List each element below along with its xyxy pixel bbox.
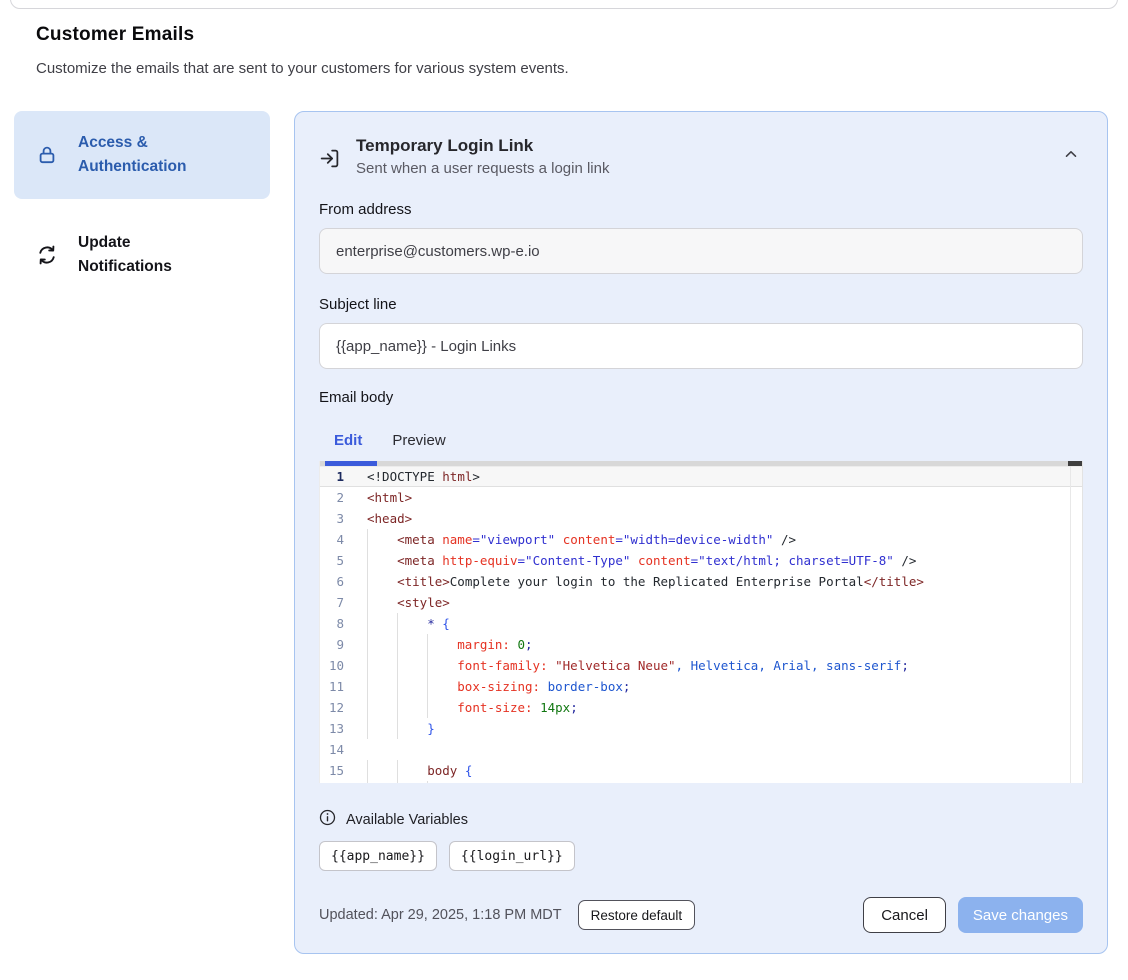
from-address-label: From address: [319, 201, 1083, 218]
indent-guide: [367, 655, 397, 676]
line-number: 1: [320, 466, 344, 487]
collapse-button[interactable]: [1059, 142, 1083, 169]
code-line[interactable]: 16background-color: #f0f0f0;: [320, 781, 1082, 783]
subject-line-input[interactable]: [319, 323, 1083, 369]
indent-guide: [397, 781, 427, 783]
variable-chip[interactable]: {{app_name}}: [319, 841, 437, 871]
indent-guide: [367, 571, 397, 592]
sidebar-item-label: Update Notifications: [78, 231, 228, 279]
indent-guide: [367, 697, 397, 718]
updated-timestamp: Updated: Apr 29, 2025, 1:18 PM MDT: [319, 907, 562, 923]
indent-guide: [397, 718, 427, 739]
card-subtitle: Sent when a user requests a login link: [356, 160, 1059, 177]
indent-guide: [397, 760, 427, 781]
editor-top-bar: [320, 461, 1082, 466]
page-header: Customer Emails Customize the emails tha…: [0, 0, 1128, 77]
code-line[interactable]: 13}: [320, 718, 1082, 739]
code-line[interactable]: 10font-family: "Helvetica Neue", Helveti…: [320, 655, 1082, 676]
indent-guide: [397, 697, 427, 718]
code-line[interactable]: 5<meta http-equiv="Content-Type" content…: [320, 550, 1082, 571]
code-line[interactable]: 14: [320, 739, 1082, 760]
indent-guide: [427, 697, 457, 718]
indent-guide: [367, 592, 397, 613]
indent-guide: [397, 634, 427, 655]
login-arrow-icon: [319, 148, 340, 169]
email-body-label: Email body: [319, 389, 1083, 406]
line-number: 2: [320, 487, 344, 508]
code-line[interactable]: 7<style>: [320, 592, 1082, 613]
line-number: 13: [320, 718, 344, 739]
line-number: 15: [320, 760, 344, 781]
restore-default-button[interactable]: Restore default: [578, 900, 696, 930]
line-number: 16: [320, 781, 344, 783]
page-title: Customer Emails: [36, 24, 1092, 46]
sidebar-item-label: Access & Authentication: [78, 131, 228, 179]
indent-guide: [397, 655, 427, 676]
chevron-up-icon: [1063, 146, 1079, 165]
from-address-input[interactable]: [319, 228, 1083, 274]
line-number: 6: [320, 571, 344, 592]
line-number: 5: [320, 550, 344, 571]
indent-guide: [367, 529, 397, 550]
indent-guide: [397, 676, 427, 697]
variable-chips: {{app_name}} {{login_url}}: [319, 841, 1083, 871]
line-number: 3: [320, 508, 344, 529]
line-number: 12: [320, 697, 344, 718]
info-icon: [319, 809, 336, 831]
line-number: 9: [320, 634, 344, 655]
line-number: 11: [320, 676, 344, 697]
line-number: 10: [320, 655, 344, 676]
subject-line-label: Subject line: [319, 296, 1083, 313]
code-line[interactable]: 12font-size: 14px;: [320, 697, 1082, 718]
sync-icon: [36, 244, 58, 266]
sidebar-item-access-authentication[interactable]: Access & Authentication: [14, 111, 270, 199]
code-line[interactable]: 4<meta name="viewport" content="width=de…: [320, 529, 1082, 550]
available-variables-label: Available Variables: [346, 812, 468, 828]
email-template-card: Temporary Login Link Sent when a user re…: [294, 111, 1108, 954]
code-line[interactable]: 15body {: [320, 760, 1082, 781]
cancel-button[interactable]: Cancel: [863, 897, 946, 933]
line-number: 14: [320, 739, 344, 760]
indent-guide: [427, 676, 457, 697]
sidebar-item-update-notifications[interactable]: Update Notifications: [14, 217, 270, 293]
code-line[interactable]: 9margin: 0;: [320, 634, 1082, 655]
indent-guide: [367, 550, 397, 571]
line-number: 8: [320, 613, 344, 634]
code-line[interactable]: 2<html>: [320, 487, 1082, 508]
email-body-editor[interactable]: 1<!DOCTYPE html>2<html>3<head>4<meta nam…: [319, 461, 1083, 783]
editor-scrollbar-track[interactable]: [1070, 466, 1071, 783]
code-lines: 1<!DOCTYPE html>2<html>3<head>4<meta nam…: [320, 466, 1082, 783]
indent-guide: [367, 760, 397, 781]
code-line[interactable]: 8* {: [320, 613, 1082, 634]
code-line[interactable]: 3<head>: [320, 508, 1082, 529]
sidebar: Access & Authentication Update Notificat…: [14, 111, 270, 293]
card-header: Temporary Login Link Sent when a user re…: [319, 136, 1083, 177]
line-number: 7: [320, 592, 344, 613]
lock-icon: [36, 144, 58, 166]
indent-guide: [367, 781, 397, 783]
variable-chip[interactable]: {{login_url}}: [449, 841, 575, 871]
code-line[interactable]: 1<!DOCTYPE html>: [320, 466, 1082, 487]
indent-guide: [427, 781, 457, 783]
indent-guide: [427, 655, 457, 676]
cropped-card-above-border: [10, 0, 1118, 9]
code-line[interactable]: 6<title>Complete your login to the Repli…: [320, 571, 1082, 592]
page-subtitle: Customize the emails that are sent to yo…: [36, 60, 1092, 77]
line-number: 4: [320, 529, 344, 550]
save-changes-button[interactable]: Save changes: [958, 897, 1083, 933]
card-footer: Updated: Apr 29, 2025, 1:18 PM MDT Resto…: [319, 897, 1083, 933]
active-tab-underline: [325, 461, 377, 466]
indent-guide: [367, 718, 397, 739]
card-title: Temporary Login Link: [356, 136, 1059, 156]
tab-edit[interactable]: Edit: [319, 420, 377, 461]
editor-tabs: EditPreview: [319, 420, 1083, 461]
code-line[interactable]: 11box-sizing: border-box;: [320, 676, 1082, 697]
indent-guide: [397, 613, 427, 634]
indent-guide: [367, 634, 397, 655]
indent-guide: [367, 676, 397, 697]
indent-guide: [427, 634, 457, 655]
indent-guide: [367, 613, 397, 634]
tab-preview[interactable]: Preview: [377, 420, 460, 461]
